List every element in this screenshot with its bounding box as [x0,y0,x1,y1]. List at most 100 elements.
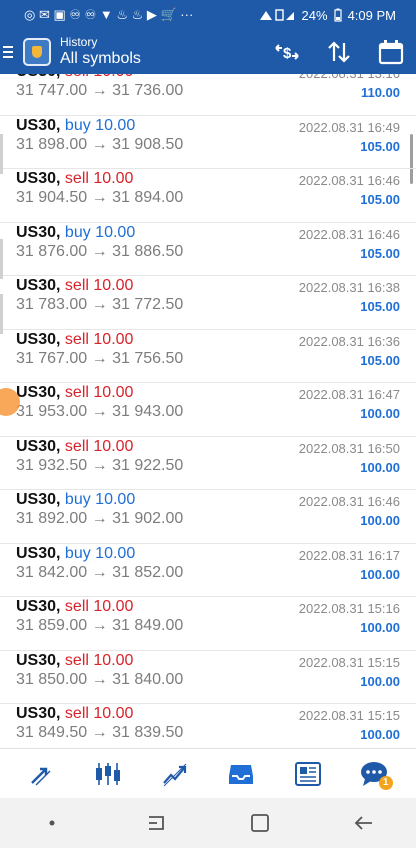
trade-profit: 110.00 [360,85,400,100]
trade-prices: 31 876.00 → 31 886.50 [16,243,183,261]
open-price: 31 859.00 [16,617,88,634]
home-button[interactable] [240,803,280,843]
tab-trade[interactable] [155,754,195,794]
tab-history[interactable] [221,754,261,794]
trade-title: US30, buy 10.00 [16,545,135,563]
trade-time: 2022.08.31 16:46 [298,494,400,509]
trade-row[interactable]: US30, sell 10.00 31 859.00 → 31 849.00 202… [0,597,416,651]
close-price: 31 839.50 [112,724,184,741]
trade-title: US30, sell 10.00 [16,277,133,295]
trade-profit: 105.00 [360,138,400,154]
back-arrow-icon [354,816,372,830]
trade-title: US30, sell 10.00 [16,331,133,349]
page-title[interactable]: All symbols [60,50,141,68]
arrow-right-icon: → [87,563,113,581]
trade-time: 2022.08.31 16:47 [298,387,400,402]
system-dot-button[interactable] [32,803,72,843]
trade-time: 2022.08.31 16:46 [298,173,400,188]
open-price: 31 767.00 [16,349,88,367]
trade-row[interactable]: US30, buy 10.00 31 876.00 → 31 886.50 2022… [0,223,416,276]
dollar-transfer-icon: $ [275,44,299,62]
close-price: 31 894.00 [112,189,184,206]
trade-volume: 10.00 [93,598,134,615]
trade-time: 2022.08.31 15:15 [298,654,400,670]
trade-row[interactable]: US30, sell 10.00 31 849.50 → 31 839.50 202… [0,704,416,748]
tab-quotes[interactable] [21,754,61,794]
trade-row[interactable]: US30, sell 10.00 31 783.00 → 31 772.50 202… [0,276,416,330]
trade-row[interactable]: US30, sell 10.00 31 953.00 → 31 943.00 202… [0,383,416,437]
trade-side: sell [64,705,89,722]
trade-prices: 31 932.50 → 31 922.50 [16,457,183,475]
trade-profit: 100.00 [360,673,400,689]
trade-side: sell [64,651,89,669]
trade-volume: 10.00 [95,491,136,508]
trade-time: 2022.08.31 15:15 [298,708,400,723]
trade-prices: 31 783.00 → 31 772.50 [16,296,183,314]
chat-badge: 1 [378,775,393,790]
trade-side: buy [64,491,91,508]
trade-volume: 10.00 [93,330,134,348]
trade-symbol: US30, [16,170,61,187]
arrow-right-icon: → [87,135,113,153]
recent-apps-button[interactable] [136,803,176,843]
arrow-right-icon: → [87,510,113,527]
tab-news[interactable] [288,754,328,794]
quotes-arrows-icon [31,767,51,785]
trade-title: US30, sell 10.00 [16,705,133,723]
app-logo [23,38,51,66]
trade-row[interactable]: US30, buy 10.00 31 892.00 → 31 902.00 2022… [0,490,416,544]
trade-prices: 31 859.00 → 31 849.00 [16,617,183,635]
svg-text:$: $ [283,45,292,62]
clock: 4:09 PM [347,7,396,23]
trade-row[interactable]: US30, sell 10.00 31 850.00 → 31 840.00 202… [0,651,416,704]
trade-row[interactable]: US30, sell 10.0031 747.00 → 31 736.00202… [0,74,416,116]
trade-side: sell [64,330,89,348]
tab-chat[interactable]: 1 [355,754,395,794]
trade-row[interactable]: US30, sell 10.00 31 904.50 → 31 894.00 202… [0,169,416,223]
trade-time: 2022.08.31 16:38 [298,280,400,295]
trade-profit: 100.00 [360,727,400,742]
trade-row[interactable]: US30, sell 10.00 31 767.00 → 31 756.50 202… [0,330,416,383]
header-subtitle: History [60,34,98,49]
arrow-right-icon: → [87,349,113,367]
trade-history-list[interactable]: US30, sell 10.0031 747.00 → 31 736.00202… [0,74,416,748]
calendar-button[interactable] [376,37,406,67]
trade-prices: 31 767.00 → 31 756.50 [16,350,183,368]
trade-volume: 10.00 [95,116,136,134]
app-bar: History All symbols $ [0,30,416,74]
trade-volume: 10.00 [93,277,134,294]
open-price: 31 898.00 [16,135,88,153]
trade-title: US30, sell 10.00 [16,170,133,188]
trade-volume: 10.00 [93,705,134,722]
trade-volume: 10.00 [95,544,136,562]
trade-symbol: US30, [16,330,61,348]
trade-volume: 10.00 [93,651,134,669]
close-price: 31 736.00 [112,82,184,99]
close-price: 31 849.00 [112,617,184,634]
trade-symbol: US30, [16,223,61,241]
trade-symbol: US30, [16,116,61,134]
trade-symbol: US30, [16,544,61,562]
trade-time: 2022.08.31 16:49 [298,119,400,135]
battery-level: 24% [301,7,328,23]
open-price: 31 850.00 [16,670,88,688]
dot-icon [49,820,55,826]
trade-profit: 105.00 [360,352,400,368]
menu-icon[interactable] [3,46,17,58]
tab-chart[interactable] [88,754,128,794]
sort-icon [328,41,350,63]
trade-prices: 31 904.50 → 31 894.00 [16,189,183,207]
header-titles: History All symbols [60,34,141,68]
sort-button[interactable] [324,37,354,67]
trade-row[interactable]: US30, buy 10.00 31 898.00 → 31 908.50 2022… [0,116,416,169]
trade-title: US30, sell 10.00 [16,384,133,402]
trade-symbol: US30, [16,384,61,401]
deposit-button[interactable]: $ [272,37,302,67]
arrow-right-icon: → [87,189,113,206]
trade-row[interactable]: US30, buy 10.00 31 842.00 → 31 852.00 2022… [0,544,416,597]
back-button[interactable] [344,803,384,843]
calendar-icon [378,40,404,65]
trade-side: buy [64,116,91,134]
trade-row[interactable]: US30, sell 10.00 31 932.50 → 31 922.50 202… [0,437,416,490]
left-edge-marker [0,134,3,174]
